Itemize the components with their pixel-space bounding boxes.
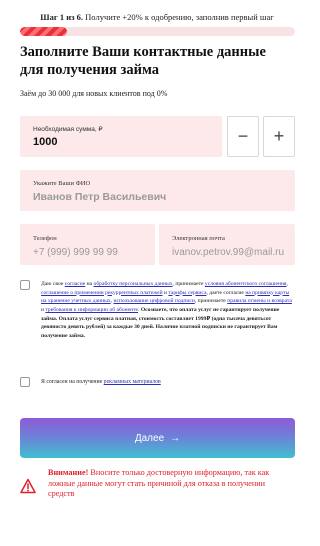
email-field[interactable]: Электронная почта ivanov.petrov.99@mail.… (159, 224, 295, 265)
marketing-link[interactable]: рекламных материалов (104, 379, 161, 385)
step-label: Шаг 1 из 6. (40, 12, 84, 22)
consent-text-1: Даю свое (41, 281, 65, 287)
next-button-label: Далее (134, 432, 165, 444)
fio-input[interactable]: Иванов Петр Васильевич (33, 191, 166, 203)
progress-bar-fill (20, 27, 67, 36)
marketing-checkbox[interactable] (20, 377, 30, 387)
page-title: Заполните Ваши контактные данные для пол… (20, 44, 266, 79)
consent-text-8: , принимаете (194, 298, 228, 305)
amount-decrease-button[interactable]: − (227, 116, 259, 157)
fio-field[interactable]: Укажите Ваши ФИО Иванов Петр Васильевич (20, 170, 295, 211)
email-label: Электронная почта (172, 235, 225, 242)
phone-label: Телефон (33, 235, 57, 242)
consent-text-3: , принимаете (172, 281, 205, 287)
personal-data-link[interactable]: обработку персональных данных (94, 281, 173, 287)
next-button[interactable]: Далее → (20, 418, 295, 458)
marketing-text: Я согласен на получение рекламных матери… (41, 379, 161, 385)
warning-strong: Внимание! (48, 468, 89, 477)
consent-link[interactable]: согласие (65, 281, 86, 287)
step-hint: Получите +20% к одобрению, заполнив перв… (85, 12, 274, 22)
consent-text-4: , (286, 281, 288, 287)
progress-bar (20, 27, 295, 36)
amount-value[interactable]: 1000 (33, 136, 57, 148)
consent-text-2: на (85, 281, 94, 287)
marketing-label: Я согласен на получение (41, 379, 104, 385)
amount-label: Необходимая сумма, ₽ (33, 126, 103, 133)
amount-field[interactable]: Необходимая сумма, ₽ 1000 (20, 116, 222, 157)
recurring-payments-link[interactable]: соглашение о применении рекуррентных пла… (41, 290, 163, 296)
phone-input[interactable]: +7 (999) 999 99 99 (33, 247, 118, 258)
fio-label: Укажите Ваши ФИО (33, 180, 91, 187)
subscriber-info-link[interactable]: требования к информации об абоненте (45, 307, 138, 313)
digital-signature-link[interactable]: использование цифровой подписи (113, 298, 194, 304)
subscription-terms-link[interactable]: условия абонентского соглашения (205, 281, 287, 287)
step-indicator: Шаг 1 из 6. Получите +20% к одобрению, з… (0, 12, 314, 22)
tariffs-link[interactable]: тарифы сервиса (168, 290, 206, 296)
email-input[interactable]: ivanov.petrov.99@mail.ru (172, 247, 297, 258)
consent-checkbox[interactable] (20, 280, 30, 290)
arrow-right-icon: → (170, 432, 181, 444)
refund-rules-link[interactable]: правила отмены и возврата (227, 298, 292, 304)
consent-text: Даю свое согласие на обработку персональ… (41, 280, 295, 341)
consent-text-6: , даете согласие (206, 289, 246, 296)
amount-increase-button[interactable]: + (263, 116, 295, 157)
warning-icon (20, 478, 36, 494)
page-subtitle: Заём до 30 000 для новых клиентов под 0% (20, 89, 168, 98)
phone-field[interactable]: Телефон +7 (999) 999 99 99 (20, 224, 155, 265)
warning-text: Внимание! Вносите только достоверную инф… (48, 468, 293, 500)
